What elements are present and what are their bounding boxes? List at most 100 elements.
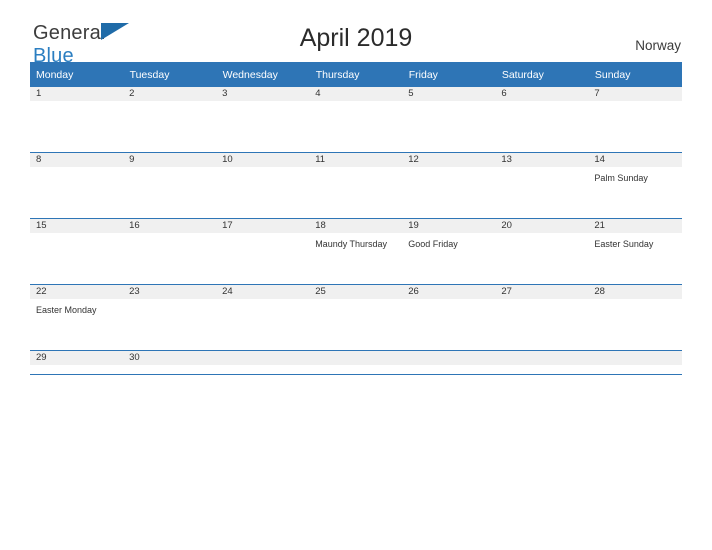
day-event — [309, 299, 402, 304]
day-event — [402, 299, 495, 304]
day-number: 1 — [30, 87, 124, 101]
calendar-cell[interactable]: 14 Palm Sunday — [588, 153, 682, 219]
day-number: 26 — [402, 285, 496, 299]
day-event — [309, 101, 402, 106]
calendar-cell[interactable]: 9 — [123, 153, 217, 219]
day-event — [495, 101, 588, 106]
calendar-cell — [216, 351, 310, 375]
day-event — [495, 233, 588, 238]
calendar-cell[interactable]: 8 — [30, 153, 124, 219]
weekday-header-saturday: Saturday — [495, 62, 589, 87]
calendar-cell[interactable]: 6 — [495, 87, 589, 153]
day-number: 25 — [309, 285, 403, 299]
day-event — [495, 167, 588, 172]
day-event — [402, 167, 495, 172]
calendar-cell[interactable]: 5 — [402, 87, 496, 153]
day-event — [30, 167, 123, 172]
day-event: Palm Sunday — [594, 173, 648, 183]
weekday-header-row: Monday Tuesday Wednesday Thursday Friday… — [30, 62, 683, 87]
calendar-cell[interactable]: 23 — [123, 285, 217, 351]
day-number: 21 — [588, 219, 682, 233]
country-label: Norway — [635, 38, 681, 53]
day-event — [588, 101, 681, 106]
day-number: 9 — [123, 153, 217, 167]
calendar-cell[interactable]: 7 — [588, 87, 682, 153]
calendar-table: Monday Tuesday Wednesday Thursday Friday… — [30, 62, 683, 375]
day-number: 7 — [588, 87, 682, 101]
day-number: 24 — [216, 285, 310, 299]
day-number: 22 — [30, 285, 124, 299]
calendar-cell[interactable]: 24 — [216, 285, 310, 351]
day-number: 23 — [123, 285, 217, 299]
day-number — [402, 351, 496, 365]
calendar-cell[interactable]: 20 — [495, 219, 589, 285]
calendar-week-row: 1 2 3 4 5 6 7 — [30, 87, 682, 153]
calendar-week-row: 15 16 17 18 Maundy Thursday 19 Good Friday… — [30, 219, 682, 285]
day-number: 11 — [309, 153, 403, 167]
day-event — [30, 101, 123, 106]
calendar-week-row: 22 Easter Monday 23 24 25 26 27 28 — [30, 285, 682, 351]
day-event — [216, 167, 309, 172]
day-number: 2 — [123, 87, 217, 101]
calendar-cell[interactable]: 22 Easter Monday — [30, 285, 124, 351]
calendar-cell[interactable]: 15 — [30, 219, 124, 285]
weekday-header-wednesday: Wednesday — [216, 62, 310, 87]
calendar-cell[interactable]: 10 — [216, 153, 310, 219]
day-event: Maundy Thursday — [315, 239, 388, 249]
calendar-cell[interactable]: 12 — [402, 153, 496, 219]
day-number: 30 — [123, 351, 217, 365]
calendar-cell[interactable]: 27 — [495, 285, 589, 351]
day-event — [309, 167, 402, 172]
calendar-cell[interactable]: 11 — [309, 153, 403, 219]
calendar-week-row: 29 30 — [30, 351, 682, 375]
calendar-cell[interactable]: 19 Good Friday — [402, 219, 496, 285]
calendar-cell[interactable]: 21 Easter Sunday — [588, 219, 682, 285]
calendar-page: General Blue April 2019 Norway Monday Tu… — [0, 0, 712, 550]
day-number: 3 — [216, 87, 310, 101]
calendar-cell[interactable]: 17 — [216, 219, 310, 285]
day-event — [123, 233, 216, 238]
weekday-header-sunday: Sunday — [588, 62, 683, 87]
day-number: 27 — [495, 285, 589, 299]
day-event: Easter Monday — [36, 305, 97, 315]
day-number: 12 — [402, 153, 496, 167]
day-event: Easter Sunday — [594, 239, 654, 249]
page-title: April 2019 — [299, 24, 413, 52]
day-number: 14 — [588, 153, 682, 167]
day-number: 13 — [495, 153, 589, 167]
day-event — [495, 299, 588, 304]
calendar-cell[interactable]: 18 Maundy Thursday — [309, 219, 403, 285]
day-number: 18 — [309, 219, 403, 233]
day-number: 20 — [495, 219, 589, 233]
day-number — [588, 351, 682, 365]
day-number: 19 — [402, 219, 496, 233]
day-number: 4 — [309, 87, 403, 101]
calendar-cell[interactable]: 2 — [123, 87, 217, 153]
weekday-header-tuesday: Tuesday — [123, 62, 217, 87]
day-number: 16 — [123, 219, 217, 233]
calendar-week-row: 8 9 10 11 12 13 14 Palm Sunday — [30, 153, 682, 219]
calendar-cell[interactable]: 1 — [30, 87, 124, 153]
day-number: 10 — [216, 153, 310, 167]
day-number — [309, 351, 403, 365]
page-header: General Blue April 2019 Norway — [30, 0, 682, 66]
day-number: 5 — [402, 87, 496, 101]
day-number: 8 — [30, 153, 124, 167]
day-number: 15 — [30, 219, 124, 233]
calendar-cell — [495, 351, 589, 375]
calendar-cell[interactable]: 26 — [402, 285, 496, 351]
day-number — [216, 351, 310, 365]
calendar-cell[interactable]: 4 — [309, 87, 403, 153]
day-event — [216, 299, 309, 304]
calendar-cell[interactable]: 28 — [588, 285, 682, 351]
calendar-cell[interactable]: 3 — [216, 87, 310, 153]
day-event — [402, 101, 495, 106]
calendar-cell[interactable]: 16 — [123, 219, 217, 285]
calendar-cell[interactable]: 13 — [495, 153, 589, 219]
day-event — [588, 299, 681, 304]
calendar-cell[interactable]: 29 — [30, 351, 124, 375]
day-number: 29 — [30, 351, 124, 365]
calendar-cell[interactable]: 25 — [309, 285, 403, 351]
day-number: 6 — [495, 87, 589, 101]
calendar-cell[interactable]: 30 — [123, 351, 217, 375]
